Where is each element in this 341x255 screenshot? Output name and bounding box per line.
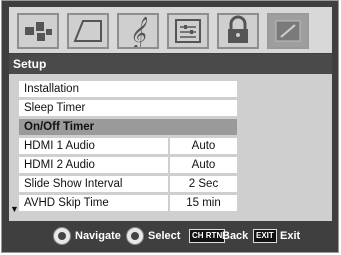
tab-media[interactable]: 𝄞 [117,13,159,49]
menu-item-slide-show-interval[interactable]: Slide Show Interval [19,176,168,192]
tab-locks[interactable] [217,13,259,49]
menu-item-sleep-timer[interactable]: Sleep Timer [19,100,237,116]
select-pad-icon [126,227,144,245]
navigate-hint: Navigate [75,230,121,242]
tab-preferences[interactable] [167,13,209,49]
hdmi2-audio-value[interactable]: Auto [170,157,237,173]
menu-item-avhd-skip-time[interactable]: AVHD Skip Time [19,195,168,211]
menu-item-installation[interactable]: Installation [19,81,237,97]
select-hint: Select [148,230,181,242]
exit-hint: Exit [280,230,301,242]
avhd-skip-time-value[interactable]: 15 min [170,195,237,211]
audio-icon [73,20,102,42]
back-hint: Back [222,230,249,242]
tab-audio[interactable] [67,13,109,49]
menu-item-hdmi2-audio[interactable]: HDMI 2 Audio [19,157,168,173]
tv-menu-frame: 𝄞 Setup Installation Sleep Timer On/Off … [1,0,339,253]
setup-panel: Setup Installation Sleep Timer On/Off Ti… [9,54,332,221]
navigate-pad-icon [53,227,71,245]
footer-hints: Navigate Select CH RTN Back EXIT Exit [9,223,332,249]
tab-picture[interactable] [17,13,59,49]
music-note-icon: 𝄞 [129,16,148,47]
svg-text:𝄞: 𝄞 [129,16,148,47]
menu-item-hdmi1-audio[interactable]: HDMI 1 Audio [19,138,168,154]
panel-title: Setup [9,54,332,74]
exit-key-icon: EXIT [253,229,277,243]
lock-icon [228,15,248,43]
preferences-icon [175,19,201,43]
tab-setup[interactable] [267,13,309,49]
scroll-down-icon[interactable]: ▼ [10,204,19,214]
slide-show-interval-value[interactable]: 2 Sec [170,176,237,192]
menu-icon-bar: 𝄞 [9,7,332,53]
menu-item-on-off-timer[interactable]: On/Off Timer [19,119,237,135]
setup-icon [275,20,301,42]
hdmi1-audio-value[interactable]: Auto [170,138,237,154]
ch-rtn-key-icon: CH RTN [189,229,226,243]
picture-icon [25,22,52,41]
